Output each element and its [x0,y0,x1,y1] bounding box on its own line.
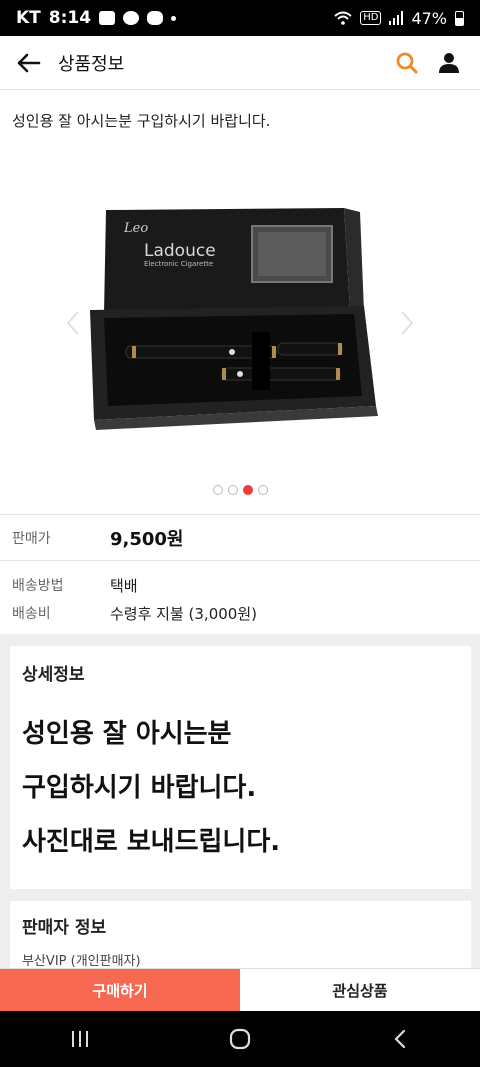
home-icon [229,1028,251,1050]
seller-name: 부산VIP (개인판매자) [22,954,141,969]
carousel-dot[interactable] [212,485,223,495]
recent-apps-icon [72,1031,88,1047]
user-icon [439,52,459,73]
carousel-indicator [0,485,480,495]
header-actions [388,43,480,83]
detail-body: 성인용 잘 아시는분 구입하시기 바랍니다. 사진대로 보내드립니다. [22,707,459,869]
carousel-prev-arrow-icon[interactable] [66,310,80,336]
detail-line: 구입하시기 바랍니다. [22,773,257,803]
box-subtitle-text: Electronic Cigarette [144,260,213,268]
detail-title: 상세정보 [22,665,85,685]
status-left: KT 8:14 [16,8,177,28]
carousel-dot-active[interactable] [242,485,253,495]
system-back-icon [394,1029,406,1049]
carousel-dot[interactable] [227,485,238,495]
cat-notification-icon [147,11,164,25]
price-value: 9,500원 [110,528,184,550]
talk-notification-icon [123,11,140,25]
detail-line: 사진대로 보내드립니다. [22,827,281,857]
status-bar: KT 8:14 HD 47% [0,0,480,36]
shipping-method-row: 배송방법 택배 [0,571,480,599]
search-button[interactable] [388,43,426,83]
back-button[interactable] [0,36,58,90]
battery-percent: 47% [411,8,447,28]
shipping-method-label: 배송방법 [12,578,64,594]
detail-area: 상세정보 성인용 잘 아시는분 구입하시기 바랍니다. 사진대로 보내드립니다.… [0,634,480,981]
seller-title: 판매자 정보 [22,918,107,938]
carousel-dot[interactable] [257,485,268,495]
carousel-next-arrow-icon[interactable] [400,310,414,336]
signal-icon [389,11,404,25]
system-nav-bar [0,1011,480,1067]
box-title-text: Ladouce [144,241,216,261]
battery-icon [455,10,464,26]
carrier-label: KT [16,8,41,28]
shipping-method-value: 택배 [110,576,138,595]
detail-card: 상세정보 성인용 잘 아시는분 구입하시기 바랍니다. 사진대로 보내드립니다. [10,646,471,889]
app-header: 상품정보 [0,36,480,90]
bottom-action-bar: 구매하기 관심상품 [0,968,480,1012]
gallery-notification-icon [99,11,116,25]
price-row: 판매가 9,500원 [0,515,480,561]
clock: 8:14 [48,8,92,28]
my-page-button[interactable] [430,43,468,83]
price-info-section: 판매가 9,500원 배송방법 택배 배송비 수령후 지불 (3,000원) [0,514,480,627]
price-label: 판매가 [12,530,51,547]
system-back-button[interactable] [360,1011,440,1067]
shipping-info: 배송방법 택배 배송비 수령후 지불 (3,000원) [0,561,480,627]
box-brand-text: Leo [123,221,148,236]
product-short-description: 성인용 잘 아시는분 구입하시기 바랍니다. [12,112,271,130]
shipping-fee-label: 배송비 [12,606,51,622]
recent-apps-button[interactable] [40,1011,120,1067]
back-arrow-icon [17,53,41,72]
wishlist-button[interactable]: 관심상품 [240,969,480,1012]
shipping-fee-row: 배송비 수령후 지불 (3,000원) [0,599,480,627]
wifi-icon [334,11,352,25]
home-button[interactable] [200,1011,280,1067]
image-carousel[interactable]: Leo Ladouce Electronic Cigarette [0,150,480,506]
status-right: HD 47% [334,9,464,28]
hd-badge: HD [360,11,382,25]
product-image: Leo Ladouce Electronic Cigarette [82,198,418,456]
more-notifications-icon [171,15,177,21]
page-title: 상품정보 [58,53,125,75]
search-icon [396,52,418,73]
buy-button[interactable]: 구매하기 [0,969,240,1012]
shipping-fee-value: 수령후 지불 (3,000원) [110,604,257,623]
detail-line: 성인용 잘 아시는분 [22,719,232,749]
